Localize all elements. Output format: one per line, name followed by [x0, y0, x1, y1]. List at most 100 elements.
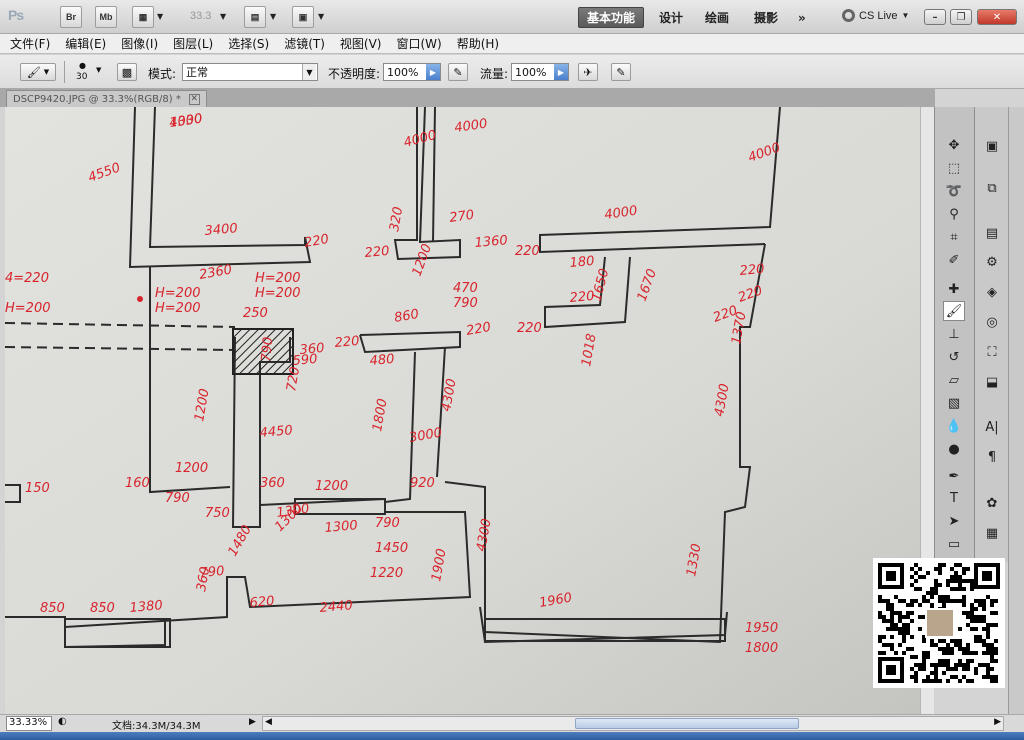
stamp-icon[interactable]: ⊥ — [943, 324, 965, 344]
qr-module — [878, 651, 882, 655]
workspace-design[interactable]: 设计 — [651, 7, 691, 28]
chevron-down-icon[interactable]: ▼ — [270, 12, 276, 21]
minimize-button[interactable]: – — [924, 9, 946, 25]
qr-module — [994, 611, 998, 615]
chevron-down-icon[interactable]: ▼ — [220, 12, 226, 21]
cs-live-button[interactable]: CS Live ▼ — [842, 9, 909, 22]
opacity-field[interactable]: 100% ▶ — [383, 63, 441, 81]
scroll-right-icon[interactable]: ▶ — [994, 717, 1001, 727]
mini-bridge-panel-icon[interactable]: ▣ — [980, 135, 1004, 157]
qr-module — [970, 615, 974, 619]
qr-module — [878, 595, 882, 599]
layers-panel-icon[interactable]: ◈ — [980, 281, 1004, 303]
workspace-essentials[interactable]: 基本功能 — [578, 7, 645, 28]
move-icon[interactable]: ✥ — [943, 135, 965, 155]
document-canvas[interactable]: 4000 4550 3400 220 4000 4000 320 270 220 1200 1360… — [5, 107, 920, 714]
menu-help[interactable]: 帮助(H) — [457, 35, 499, 52]
healing-icon[interactable]: ✚ — [943, 279, 965, 299]
menu-image[interactable]: 图像(I) — [121, 35, 158, 52]
qr-module — [950, 667, 954, 671]
arrange-documents-icon[interactable]: ▤ — [244, 6, 266, 28]
menu-file[interactable]: 文件(F) — [10, 35, 50, 52]
menu-view[interactable]: 视图(V) — [340, 35, 382, 52]
eraser-icon[interactable]: ▱ — [943, 370, 965, 390]
dimension-label: H=200 — [5, 301, 50, 316]
flow-field[interactable]: 100% ▶ — [511, 63, 569, 81]
workspace-photography[interactable]: 摄影 — [746, 7, 786, 28]
gradient-icon[interactable]: ▧ — [943, 393, 965, 413]
pressure-opacity-icon[interactable]: ✎ — [448, 63, 468, 81]
menu-select[interactable]: 选择(S) — [228, 35, 269, 52]
marquee-icon[interactable]: ⬚ — [943, 158, 965, 178]
channels-panel-icon[interactable]: ◎ — [980, 311, 1004, 333]
qr-module — [990, 623, 994, 627]
qr-module — [986, 595, 990, 599]
menu-window[interactable]: 窗口(W) — [396, 35, 441, 52]
shape-icon[interactable]: ▭ — [943, 534, 965, 554]
scroll-left-icon[interactable]: ◀ — [265, 717, 272, 727]
path-select-icon[interactable]: ➤ — [943, 511, 965, 531]
close-icon[interactable]: ✕ — [188, 93, 200, 105]
close-button[interactable]: ✕ — [977, 9, 1017, 25]
qr-module — [986, 635, 990, 639]
blur-icon[interactable]: 💧 — [943, 416, 965, 436]
menu-filter[interactable]: 滤镜(T) — [284, 35, 325, 52]
slider-arrow-icon[interactable]: ▶ — [554, 64, 568, 80]
restore-button[interactable]: ❐ — [950, 9, 972, 25]
history-panel-icon[interactable]: ⧉ — [980, 177, 1004, 199]
swatches-panel-icon[interactable]: ▤ — [980, 222, 1004, 244]
menu-edit[interactable]: 编辑(E) — [65, 35, 106, 52]
brush-panel-icon[interactable]: ✿ — [980, 492, 1004, 514]
menu-layer[interactable]: 图层(L) — [173, 35, 213, 52]
bridge-button[interactable]: Br — [60, 6, 82, 28]
brush-panel-toggle-icon[interactable]: ▩ — [117, 63, 137, 81]
clone-source-panel-icon[interactable]: ▦ — [980, 522, 1004, 544]
panel-scrollbar[interactable] — [1008, 107, 1024, 714]
dimension-label: 180 — [569, 254, 595, 271]
type-icon[interactable]: T — [943, 488, 965, 508]
workspace-painting[interactable]: 绘画 — [697, 7, 737, 28]
qr-module — [986, 647, 990, 651]
dodge-icon[interactable]: ● — [943, 439, 965, 459]
document-tab[interactable]: DSCP9420.JPG @ 33.3%(RGB/8) * ✕ — [6, 90, 207, 107]
chevron-down-icon[interactable]: ▼ — [157, 12, 163, 21]
scroll-thumb[interactable] — [575, 718, 799, 729]
adjustments-panel-icon[interactable]: ⚙ — [980, 251, 1004, 273]
brush-icon[interactable]: 🖌 — [943, 301, 965, 321]
paragraph-panel-icon[interactable]: ¶ — [980, 446, 1004, 468]
blend-mode-select[interactable]: 正常 ▼ — [182, 63, 318, 81]
brush-preset-picker[interactable]: ● 30 ▼ — [74, 61, 101, 85]
qr-module — [938, 663, 942, 667]
zoom-field[interactable]: 33.33% — [6, 716, 52, 731]
horizontal-scrollbar[interactable]: ◀ ▶ — [262, 716, 1004, 731]
pressure-size-icon[interactable]: ✎ — [611, 63, 631, 81]
actions-panel-icon[interactable]: ⬓ — [980, 371, 1004, 393]
eyedropper-icon[interactable]: ✐ — [943, 250, 965, 270]
lasso-icon[interactable]: ➰ — [943, 181, 965, 201]
character-panel-icon[interactable]: A| — [980, 416, 1004, 438]
paths-panel-icon[interactable]: ⛶ — [980, 341, 1004, 363]
dimension-label: 1300 — [324, 518, 358, 536]
airbrush-icon[interactable]: ✈ — [578, 63, 598, 81]
dimension-label: 3400 — [204, 221, 238, 239]
qr-module — [982, 639, 986, 643]
qr-module — [970, 607, 974, 611]
qr-module — [886, 603, 890, 607]
qr-module — [918, 567, 922, 571]
pen-icon[interactable]: ✒ — [943, 466, 965, 486]
tool-preset-picker[interactable]: 🖌 ▼ — [20, 63, 56, 81]
screen-mode-icon[interactable]: ▣ — [292, 6, 314, 28]
history-brush-icon[interactable]: ↺ — [943, 347, 965, 367]
view-extras-icon[interactable]: ▦ — [132, 6, 154, 28]
qr-module — [954, 599, 958, 603]
crop-icon[interactable]: ⌗ — [943, 227, 965, 247]
chevron-down-icon[interactable]: ▼ — [318, 12, 324, 21]
slider-arrow-icon[interactable]: ▶ — [426, 64, 440, 80]
minibridge-button[interactable]: Mb — [95, 6, 117, 28]
status-menu-arrow-icon[interactable]: ▶ — [249, 717, 256, 727]
dimension-label: 220 — [334, 334, 360, 351]
info-icon[interactable]: ◐ — [58, 716, 67, 727]
more-workspaces-button[interactable]: » — [790, 7, 814, 28]
quick-select-icon[interactable]: ⚲ — [943, 204, 965, 224]
zoom-level-select[interactable]: 33.3 — [190, 10, 211, 22]
